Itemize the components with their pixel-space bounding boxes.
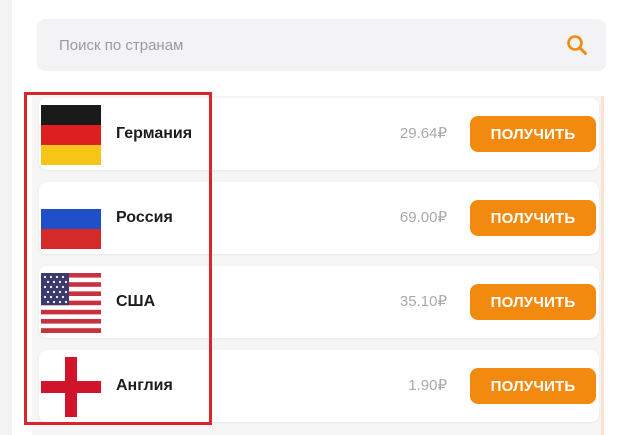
country-price: 69.00₽	[399, 209, 447, 226]
redacted-value	[335, 209, 381, 225]
country-row-england[interactable]: Англия 1.90₽ ПОЛУЧИТЬ	[39, 350, 599, 422]
country-row-germany[interactable]: Германия 29.64₽ ПОЛУЧИТЬ	[39, 98, 599, 170]
search-bar[interactable]	[37, 19, 606, 71]
country-name: Россия	[116, 209, 173, 226]
get-number-button-usa[interactable]: ПОЛУЧИТЬ	[470, 284, 596, 320]
country-name: США	[116, 293, 156, 310]
country-list: Германия 29.64₽ ПОЛУЧИТЬ Россия 69.00₽ П…	[32, 96, 604, 435]
search-input[interactable]	[37, 19, 557, 71]
get-number-button-russia[interactable]: ПОЛУЧИТЬ	[470, 200, 596, 236]
country-row-russia[interactable]: Россия 69.00₽ ПОЛУЧИТЬ	[39, 182, 599, 254]
country-price: 35.10₽	[399, 293, 447, 310]
redacted-value	[335, 125, 381, 141]
country-price: 1.90₽	[408, 377, 447, 394]
redacted-value	[335, 293, 381, 309]
germany-flag-icon	[41, 105, 101, 165]
get-number-button-england[interactable]: ПОЛУЧИТЬ	[470, 368, 596, 404]
country-name: Англия	[116, 377, 173, 394]
redacted-value	[345, 377, 391, 393]
search-icon[interactable]	[566, 34, 588, 56]
country-row-usa[interactable]: США 35.10₽ ПОЛУЧИТЬ	[39, 266, 599, 338]
left-panel-edge	[0, 0, 12, 435]
england-flag-icon	[41, 357, 101, 417]
usa-flag-icon	[41, 273, 101, 333]
russia-flag-icon	[41, 189, 101, 249]
country-name: Германия	[116, 125, 193, 142]
country-price: 29.64₽	[399, 125, 447, 142]
get-number-button-germany[interactable]: ПОЛУЧИТЬ	[470, 116, 596, 152]
